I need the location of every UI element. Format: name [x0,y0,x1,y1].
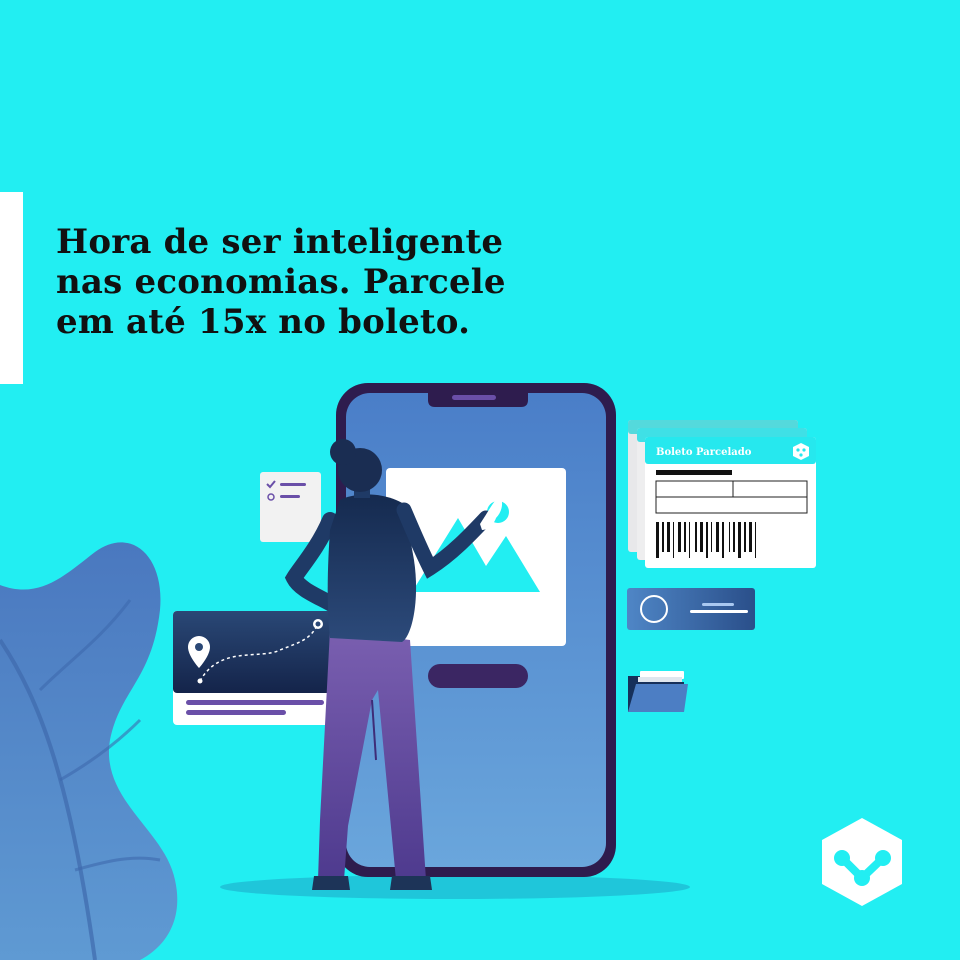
barcode-bar [678,522,681,552]
leaf-decoration [0,542,178,960]
barcode-bar [673,522,674,558]
barcode-bar [700,522,703,552]
barcode-bar [662,522,664,552]
folder-icon [628,671,688,712]
barcode-bar [667,522,670,552]
barcode-bar [738,522,741,558]
barcode-bar [755,522,756,558]
barcode-bar [716,522,719,552]
barcode-bar [656,522,659,558]
barcode-bar [711,522,712,552]
barcode-bar [689,522,690,558]
phone-action-button[interactable] [428,664,528,688]
boleto-card: Boleto Parcelado [628,420,816,568]
barcode-bar [733,522,735,552]
boleto-title: Boleto Parcelado [656,447,752,458]
barcode-bar [744,522,746,552]
barcode-bar [706,522,708,558]
route-card [173,611,335,725]
barcode-bar [749,522,752,552]
brand-logo-icon [822,818,902,906]
barcode-bar [722,522,724,558]
floor-shadow [220,875,690,899]
barcode-bar [684,522,686,552]
barcode-bar [729,522,730,552]
toggle-card [627,588,755,630]
illustration: Boleto Parcelado [0,383,902,960]
checklist-icon [260,472,321,542]
ad-canvas: Hora de ser inteligente nas economias. P… [0,0,960,960]
barcode-bar [695,522,697,552]
